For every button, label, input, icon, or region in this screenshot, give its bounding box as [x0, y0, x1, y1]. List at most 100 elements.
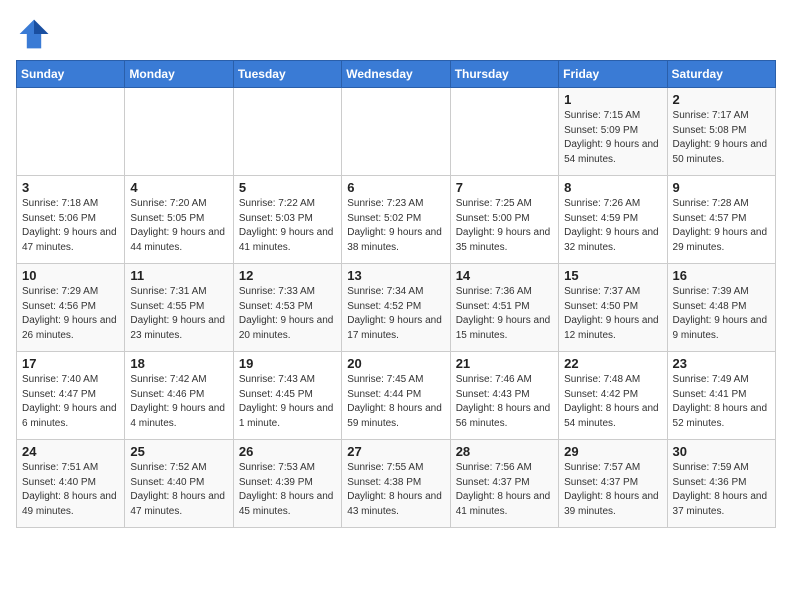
calendar-cell: 16 Sunrise: 7:39 AM Sunset: 4:48 PM Dayli…	[667, 264, 775, 352]
day-number: 1	[564, 92, 661, 107]
day-number: 22	[564, 356, 661, 371]
day-info: Sunrise: 7:49 AM Sunset: 4:41 PM Dayligh…	[673, 373, 770, 431]
page-header	[16, 16, 776, 52]
day-info: Sunrise: 7:28 AM Sunset: 4:57 PM Dayligh…	[673, 197, 770, 255]
day-info: Sunrise: 7:37 AM Sunset: 4:50 PM Dayligh…	[564, 285, 661, 343]
calendar-cell: 7 Sunrise: 7:25 AM Sunset: 5:00 PM Daylig…	[450, 176, 558, 264]
day-number: 27	[347, 444, 444, 459]
day-info: Sunrise: 7:56 AM Sunset: 4:37 PM Dayligh…	[456, 461, 553, 519]
day-number: 24	[22, 444, 119, 459]
weekday-header: Saturday	[667, 61, 775, 88]
day-info: Sunrise: 7:46 AM Sunset: 4:43 PM Dayligh…	[456, 373, 553, 431]
day-info: Sunrise: 7:26 AM Sunset: 4:59 PM Dayligh…	[564, 197, 661, 255]
day-number: 25	[130, 444, 227, 459]
calendar-cell	[233, 88, 341, 176]
day-info: Sunrise: 7:29 AM Sunset: 4:56 PM Dayligh…	[22, 285, 119, 343]
calendar-cell	[342, 88, 450, 176]
day-info: Sunrise: 7:48 AM Sunset: 4:42 PM Dayligh…	[564, 373, 661, 431]
calendar-week-row: 1 Sunrise: 7:15 AM Sunset: 5:09 PM Daylig…	[17, 88, 776, 176]
day-info: Sunrise: 7:36 AM Sunset: 4:51 PM Dayligh…	[456, 285, 553, 343]
day-number: 9	[673, 180, 770, 195]
day-info: Sunrise: 7:15 AM Sunset: 5:09 PM Dayligh…	[564, 109, 661, 167]
day-number: 18	[130, 356, 227, 371]
calendar-cell: 22 Sunrise: 7:48 AM Sunset: 4:42 PM Dayli…	[559, 352, 667, 440]
day-number: 7	[456, 180, 553, 195]
logo-icon	[16, 16, 52, 52]
weekday-header: Monday	[125, 61, 233, 88]
calendar-cell: 15Sunrise: 7:37 AM Sunset: 4:50 PM Dayli…	[559, 264, 667, 352]
day-info: Sunrise: 7:55 AM Sunset: 4:38 PM Dayligh…	[347, 461, 444, 519]
calendar-cell: 29 Sunrise: 7:57 AM Sunset: 4:37 PM Dayli…	[559, 440, 667, 528]
day-number: 10	[22, 268, 119, 283]
weekday-header-row: SundayMondayTuesdayWednesdayThursdayFrid…	[17, 61, 776, 88]
day-info: Sunrise: 7:18 AM Sunset: 5:06 PM Dayligh…	[22, 197, 119, 255]
day-info: Sunrise: 7:53 AM Sunset: 4:39 PM Dayligh…	[239, 461, 336, 519]
calendar-cell: 2Sunrise: 7:17 AM Sunset: 5:08 PM Daylig…	[667, 88, 775, 176]
day-number: 29	[564, 444, 661, 459]
calendar-cell: 26 Sunrise: 7:53 AM Sunset: 4:39 PM Dayli…	[233, 440, 341, 528]
day-number: 17	[22, 356, 119, 371]
day-number: 3	[22, 180, 119, 195]
calendar-cell: 6 Sunrise: 7:23 AM Sunset: 5:02 PM Daylig…	[342, 176, 450, 264]
calendar-cell: 10 Sunrise: 7:29 AM Sunset: 4:56 PM Dayli…	[17, 264, 125, 352]
day-number: 14	[456, 268, 553, 283]
calendar-week-row: 10 Sunrise: 7:29 AM Sunset: 4:56 PM Dayli…	[17, 264, 776, 352]
calendar-cell: 11 Sunrise: 7:31 AM Sunset: 4:55 PM Dayli…	[125, 264, 233, 352]
calendar-cell: 21 Sunrise: 7:46 AM Sunset: 4:43 PM Dayli…	[450, 352, 558, 440]
calendar-cell	[450, 88, 558, 176]
calendar-cell: 4 Sunrise: 7:20 AM Sunset: 5:05 PM Daylig…	[125, 176, 233, 264]
calendar-cell: 17Sunrise: 7:40 AM Sunset: 4:47 PM Dayli…	[17, 352, 125, 440]
logo	[16, 16, 56, 52]
calendar-cell: 27 Sunrise: 7:55 AM Sunset: 4:38 PM Dayli…	[342, 440, 450, 528]
day-info: Sunrise: 7:20 AM Sunset: 5:05 PM Dayligh…	[130, 197, 227, 255]
calendar-cell: 24 Sunrise: 7:51 AM Sunset: 4:40 PM Dayli…	[17, 440, 125, 528]
calendar-cell: 19 Sunrise: 7:43 AM Sunset: 4:45 PM Dayli…	[233, 352, 341, 440]
day-info: Sunrise: 7:33 AM Sunset: 4:53 PM Dayligh…	[239, 285, 336, 343]
weekday-header: Thursday	[450, 61, 558, 88]
day-info: Sunrise: 7:42 AM Sunset: 4:46 PM Dayligh…	[130, 373, 227, 431]
day-number: 28	[456, 444, 553, 459]
calendar-cell	[17, 88, 125, 176]
weekday-header: Wednesday	[342, 61, 450, 88]
day-number: 13	[347, 268, 444, 283]
calendar-cell: 14 Sunrise: 7:36 AM Sunset: 4:51 PM Dayli…	[450, 264, 558, 352]
calendar-cell: 30 Sunrise: 7:59 AM Sunset: 4:36 PM Dayli…	[667, 440, 775, 528]
weekday-header: Sunday	[17, 61, 125, 88]
day-info: Sunrise: 7:22 AM Sunset: 5:03 PM Dayligh…	[239, 197, 336, 255]
day-number: 16	[673, 268, 770, 283]
day-info: Sunrise: 7:34 AM Sunset: 4:52 PM Dayligh…	[347, 285, 444, 343]
calendar-week-row: 17Sunrise: 7:40 AM Sunset: 4:47 PM Dayli…	[17, 352, 776, 440]
day-number: 4	[130, 180, 227, 195]
calendar-cell: 20Sunrise: 7:45 AM Sunset: 4:44 PM Dayli…	[342, 352, 450, 440]
day-number: 11	[130, 268, 227, 283]
day-info: Sunrise: 7:45 AM Sunset: 4:44 PM Dayligh…	[347, 373, 444, 431]
weekday-header: Friday	[559, 61, 667, 88]
day-number: 6	[347, 180, 444, 195]
day-number: 8	[564, 180, 661, 195]
day-number: 26	[239, 444, 336, 459]
day-info: Sunrise: 7:51 AM Sunset: 4:40 PM Dayligh…	[22, 461, 119, 519]
calendar-week-row: 3 Sunrise: 7:18 AM Sunset: 5:06 PM Daylig…	[17, 176, 776, 264]
calendar-cell: 28 Sunrise: 7:56 AM Sunset: 4:37 PM Dayli…	[450, 440, 558, 528]
day-number: 2	[673, 92, 770, 107]
day-info: Sunrise: 7:39 AM Sunset: 4:48 PM Dayligh…	[673, 285, 770, 343]
day-number: 19	[239, 356, 336, 371]
calendar-cell: 12 Sunrise: 7:33 AM Sunset: 4:53 PM Dayli…	[233, 264, 341, 352]
day-info: Sunrise: 7:31 AM Sunset: 4:55 PM Dayligh…	[130, 285, 227, 343]
calendar-cell: 1 Sunrise: 7:15 AM Sunset: 5:09 PM Daylig…	[559, 88, 667, 176]
calendar-cell: 9 Sunrise: 7:28 AM Sunset: 4:57 PM Daylig…	[667, 176, 775, 264]
day-info: Sunrise: 7:57 AM Sunset: 4:37 PM Dayligh…	[564, 461, 661, 519]
calendar-cell: 3 Sunrise: 7:18 AM Sunset: 5:06 PM Daylig…	[17, 176, 125, 264]
calendar-cell: 5Sunrise: 7:22 AM Sunset: 5:03 PM Daylig…	[233, 176, 341, 264]
day-info: Sunrise: 7:59 AM Sunset: 4:36 PM Dayligh…	[673, 461, 770, 519]
day-info: Sunrise: 7:43 AM Sunset: 4:45 PM Dayligh…	[239, 373, 336, 431]
day-number: 23	[673, 356, 770, 371]
day-number: 21	[456, 356, 553, 371]
day-number: 12	[239, 268, 336, 283]
day-info: Sunrise: 7:23 AM Sunset: 5:02 PM Dayligh…	[347, 197, 444, 255]
weekday-header: Tuesday	[233, 61, 341, 88]
day-number: 30	[673, 444, 770, 459]
calendar-cell: 18 Sunrise: 7:42 AM Sunset: 4:46 PM Dayli…	[125, 352, 233, 440]
calendar-cell: 25Sunrise: 7:52 AM Sunset: 4:40 PM Dayli…	[125, 440, 233, 528]
day-info: Sunrise: 7:25 AM Sunset: 5:00 PM Dayligh…	[456, 197, 553, 255]
